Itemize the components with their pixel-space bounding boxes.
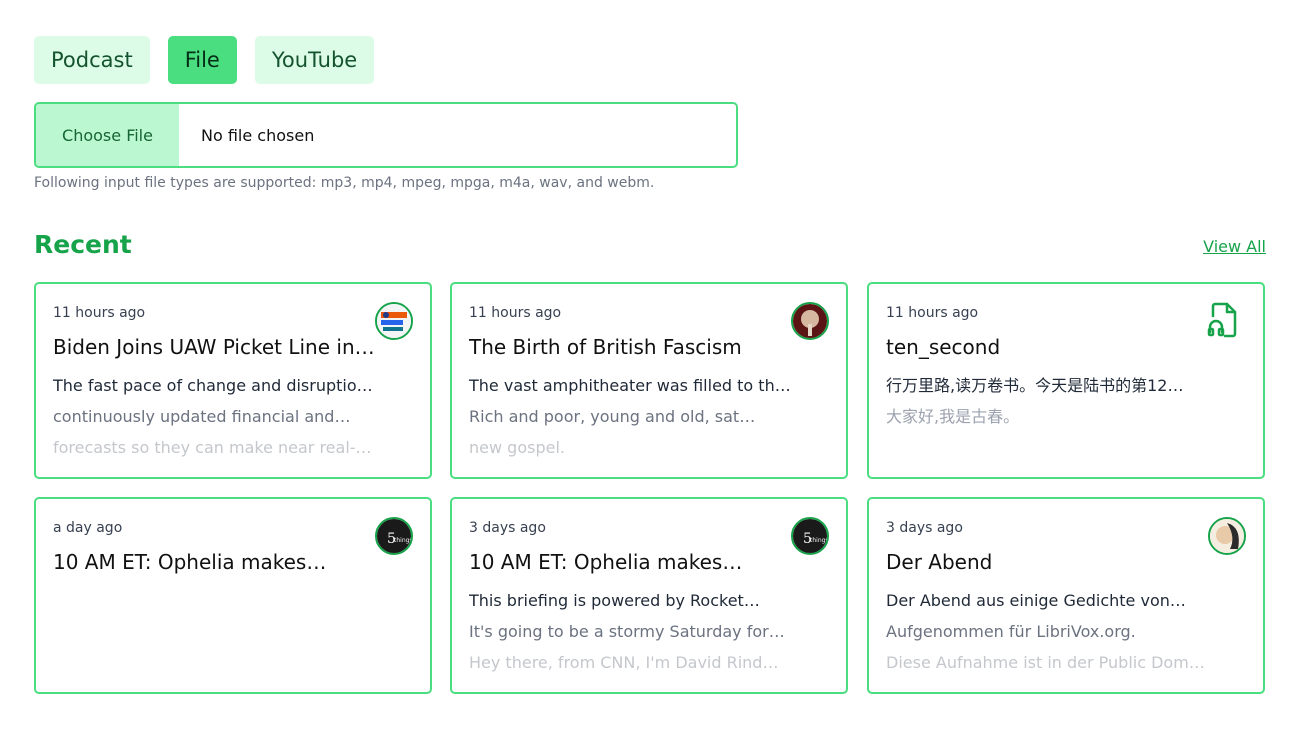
recent-card[interactable]: 11 hours ago Biden Joins UAW Picket Line… (34, 282, 432, 479)
card-line: Rich and poor, young and old, sat… (469, 407, 756, 426)
card-excerpt: 行万里路,读万卷书。今天是陆书的第12… 大家好,我是古春。 (886, 376, 1211, 449)
card-title: The Birth of British Fascism (469, 335, 742, 359)
podcast-cover-icon (791, 302, 829, 340)
recent-heading: Recent (34, 230, 132, 259)
recent-card[interactable]: 11 hours ago The Birth of British Fascis… (450, 282, 848, 479)
recent-card[interactable]: 3 days ago Der Abend Der Abend aus einig… (867, 497, 1265, 694)
card-line: forecasts so they can make near real-… (53, 438, 372, 457)
audio-file-icon (1207, 302, 1239, 338)
card-excerpt: The vast amphitheater was filled to the…… (469, 376, 794, 469)
card-line: It's going to be a stormy Saturday for… (469, 622, 785, 641)
card-time: a day ago (53, 520, 123, 536)
svg-text:things: things (810, 537, 827, 544)
card-line: The fast pace of change and disruption… (53, 376, 378, 395)
choose-file-button[interactable]: Choose File (36, 104, 179, 166)
tab-file[interactable]: File (167, 36, 237, 84)
card-excerpt: The fast pace of change and disruption… … (53, 376, 378, 469)
card-time: 3 days ago (469, 520, 546, 536)
svg-text:things: things (394, 537, 411, 544)
podcast-cover-icon (1208, 517, 1246, 555)
podcast-cover-icon: 5 things (375, 517, 413, 555)
podcast-cover-icon: 5 things (791, 517, 829, 555)
card-line: The vast amphitheater was filled to the… (469, 376, 794, 395)
card-title: Biden Joins UAW Picket Line in… (53, 335, 375, 359)
card-title: ten_second (886, 335, 1001, 359)
card-line: continuously updated financial and… (53, 407, 351, 426)
tab-youtube[interactable]: YouTube (254, 36, 375, 84)
recent-card[interactable]: 3 days ago 10 AM ET: Ophelia makes… This… (450, 497, 848, 694)
card-title: 10 AM ET: Ophelia makes… (469, 550, 743, 574)
card-title: 10 AM ET: Ophelia makes… (53, 550, 327, 574)
card-time: 3 days ago (886, 520, 963, 536)
recent-card[interactable]: 11 hours ago ten_second 行万里路,读万卷书。今天是陆书的… (867, 282, 1265, 479)
file-input[interactable]: Choose File No file chosen (34, 102, 738, 168)
card-time: 11 hours ago (886, 305, 979, 321)
card-line: This briefing is powered by Rocket… (469, 591, 760, 610)
podcast-cover-icon (375, 302, 413, 340)
card-line: 行万里路,读万卷书。今天是陆书的第12… (886, 376, 1184, 395)
card-title: Der Abend (886, 550, 993, 574)
card-excerpt: Der Abend aus einige Gedichte von… Aufge… (886, 591, 1211, 684)
recent-card[interactable]: a day ago 10 AM ET: Ophelia makes… 5 thi… (34, 497, 432, 694)
file-status: No file chosen (201, 125, 315, 145)
card-line: new gospel. (469, 438, 565, 457)
source-tabs: Podcast File YouTube (34, 36, 375, 84)
card-line: Aufgenommen für LibriVox.org. (886, 622, 1136, 641)
card-excerpt: This briefing is powered by Rocket… It's… (469, 591, 794, 684)
card-time: 11 hours ago (53, 305, 146, 321)
supported-types-hint: Following input file types are supported… (34, 175, 655, 191)
card-excerpt (53, 591, 378, 624)
view-all-link[interactable]: View All (1203, 237, 1266, 256)
card-line: Hey there, from CNN, I'm David Rind… (469, 653, 779, 672)
card-line: 大家好,我是古春。 (886, 407, 1020, 426)
card-line: Diese Aufnahme ist in der Public Domain. (886, 653, 1211, 672)
tab-podcast[interactable]: Podcast (34, 36, 150, 84)
card-time: 11 hours ago (469, 305, 562, 321)
card-line: Der Abend aus einige Gedichte von… (886, 591, 1186, 610)
